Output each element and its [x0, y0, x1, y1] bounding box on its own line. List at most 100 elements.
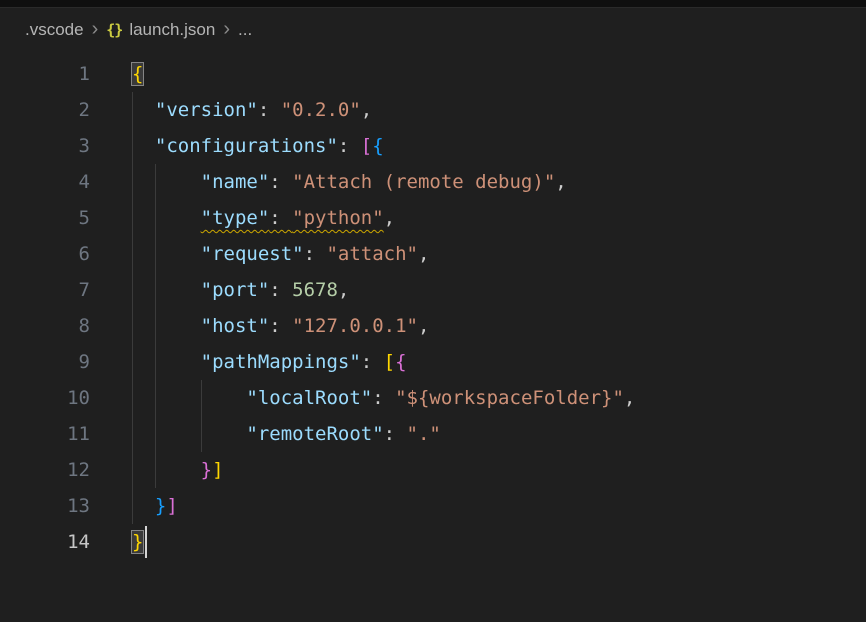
code-token: :	[269, 315, 292, 337]
line-number[interactable]: 1	[0, 56, 90, 92]
tab-bar-edge	[0, 0, 866, 8]
code-token: ,	[338, 279, 349, 301]
line-number[interactable]: 6	[0, 236, 90, 272]
code-line-text: "name": "Attach (remote debug)",	[132, 164, 567, 200]
breadcrumb-item[interactable]: .vscode	[25, 20, 84, 40]
code-token: {	[132, 63, 143, 85]
code-line[interactable]: 10 "localRoot": "${workspaceFolder}",	[0, 380, 866, 416]
code-token: "0.2.0"	[281, 99, 361, 121]
code-editor[interactable]: 1{2"version": "0.2.0",3"configurations":…	[0, 52, 866, 560]
breadcrumb-label: .vscode	[25, 20, 84, 40]
breadcrumb-label: launch.json	[129, 20, 215, 40]
indent-guide	[132, 344, 155, 380]
code-line[interactable]: 2"version": "0.2.0",	[0, 92, 866, 128]
code-line-text: "host": "127.0.0.1",	[132, 308, 429, 344]
code-token: "attach"	[326, 243, 418, 265]
code-line[interactable]: 13}]	[0, 488, 866, 524]
indent-guide	[132, 200, 155, 236]
indent-guide	[201, 416, 247, 452]
breadcrumb-item[interactable]: {} launch.json	[106, 20, 215, 40]
code-line[interactable]: 9 "pathMappings": [{	[0, 344, 866, 380]
code-token: {	[372, 135, 383, 157]
indent-guide	[132, 128, 155, 164]
code-token: :	[269, 171, 292, 193]
line-number[interactable]: 3	[0, 128, 90, 164]
breadcrumb-separator-icon: ›	[84, 19, 107, 39]
indent-guide	[132, 308, 155, 344]
line-number[interactable]: 2	[0, 92, 90, 128]
vscode-editor-window: .vscode›{}launch.json›... 1{2"version": …	[0, 0, 866, 560]
indent-guide	[155, 344, 201, 380]
code-token: "host"	[201, 315, 270, 337]
code-line-text: }]	[132, 488, 178, 524]
code-token: "${workspaceFolder}"	[395, 387, 624, 409]
code-token: ,	[555, 171, 566, 193]
code-token: "name"	[201, 171, 270, 193]
text-cursor	[145, 526, 147, 558]
code-token: "version"	[155, 99, 258, 121]
line-number[interactable]: 8	[0, 308, 90, 344]
code-line-text: }	[132, 524, 147, 560]
breadcrumb-item[interactable]: ...	[238, 20, 252, 40]
code-line[interactable]: 7 "port": 5678,	[0, 272, 866, 308]
indent-guide	[132, 380, 155, 416]
code-token: "port"	[201, 279, 270, 301]
code-line-text: "remoteRoot": "."	[132, 416, 441, 452]
line-number[interactable]: 4	[0, 164, 90, 200]
line-number[interactable]: 5	[0, 200, 90, 236]
code-line[interactable]: 14}	[0, 524, 866, 560]
code-token: ,	[384, 207, 395, 229]
code-line[interactable]: 3 "configurations": [{	[0, 128, 866, 164]
code-line[interactable]: 12}]	[0, 452, 866, 488]
breadcrumb: .vscode›{}launch.json›...	[0, 8, 866, 52]
code-token: :	[361, 351, 384, 373]
code-token: "."	[407, 423, 441, 445]
code-line-text: "port": 5678,	[132, 272, 349, 308]
code-token: }	[132, 531, 143, 553]
code-line[interactable]: 4 "name": "Attach (remote debug)",	[0, 164, 866, 200]
code-token: [	[361, 135, 372, 157]
code-token: ]	[212, 459, 223, 481]
code-token: :	[338, 135, 361, 157]
code-token: "request"	[201, 243, 304, 265]
line-number[interactable]: 9	[0, 344, 90, 380]
indent-guide	[155, 380, 201, 416]
code-line[interactable]: 1{	[0, 56, 866, 92]
code-token: ]	[166, 495, 177, 517]
code-token: {	[395, 351, 406, 373]
line-number[interactable]: 13	[0, 488, 90, 524]
code-line-text: "configurations": [{	[132, 128, 384, 164]
line-number[interactable]: 11	[0, 416, 90, 452]
indent-guide	[155, 200, 201, 236]
indent-guide	[201, 380, 247, 416]
breadcrumb-label: ...	[238, 20, 252, 40]
code-token: "127.0.0.1"	[292, 315, 418, 337]
code-line[interactable]: 8 "host": "127.0.0.1",	[0, 308, 866, 344]
code-token: :	[269, 279, 292, 301]
indent-guide	[132, 236, 155, 272]
indent-guide	[155, 308, 201, 344]
indent-guide	[155, 416, 201, 452]
code-line-text: "pathMappings": [{	[132, 344, 407, 380]
code-token: "Attach (remote debug)"	[292, 171, 555, 193]
code-token: "configurations"	[155, 135, 338, 157]
code-token: "remoteRoot"	[246, 423, 383, 445]
indent-guide	[132, 272, 155, 308]
code-token: :	[384, 423, 407, 445]
json-file-icon: {}	[106, 21, 122, 39]
code-token: ,	[418, 315, 429, 337]
indent-guide	[155, 236, 201, 272]
line-number[interactable]: 10	[0, 380, 90, 416]
code-token: 5678	[292, 279, 338, 301]
code-lines: 1{2"version": "0.2.0",3"configurations":…	[0, 56, 866, 560]
breadcrumb-separator-icon: ›	[215, 19, 238, 39]
code-token: "pathMappings"	[201, 351, 361, 373]
code-line[interactable]: 6"request": "attach",	[0, 236, 866, 272]
line-number[interactable]: 7	[0, 272, 90, 308]
code-line[interactable]: 11 "remoteRoot": "."	[0, 416, 866, 452]
code-line-text: "localRoot": "${workspaceFolder}",	[132, 380, 635, 416]
line-number[interactable]: 14	[0, 524, 90, 560]
code-token: ,	[418, 243, 429, 265]
code-line[interactable]: 5"type": "python",	[0, 200, 866, 236]
line-number[interactable]: 12	[0, 452, 90, 488]
